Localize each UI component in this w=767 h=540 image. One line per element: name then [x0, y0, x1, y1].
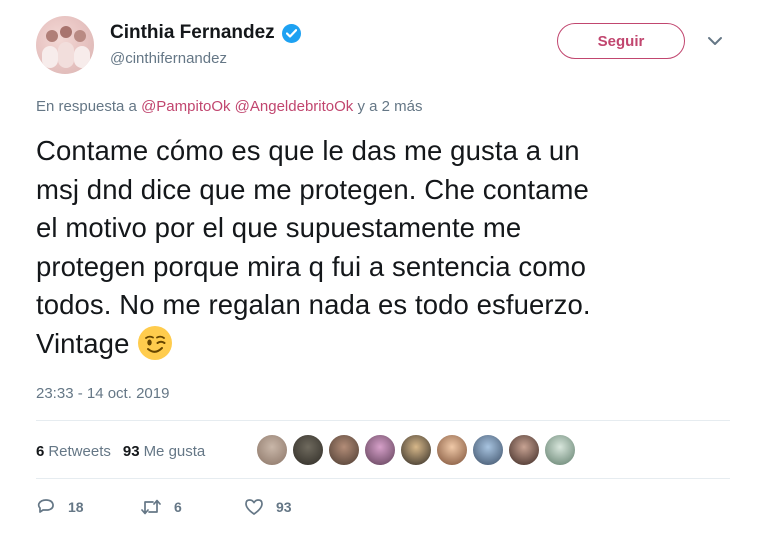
retweets-label[interactable]: Retweets — [48, 443, 111, 460]
tweet-text-line: el motivo por el que supuestamente me — [36, 212, 522, 243]
retweet-icon — [141, 499, 161, 515]
liker-avatar[interactable] — [400, 434, 432, 466]
tweet-timestamp[interactable]: 23:33 - 14 oct. 2019 — [36, 385, 169, 402]
reply-context: En respuesta a @PampitoOk @AngeldebritoO… — [36, 98, 423, 115]
divider — [36, 478, 730, 479]
reply-suffix[interactable]: y a 2 más — [357, 98, 422, 115]
tweet-text-line: protegen porque mira q fui a sentencia c… — [36, 250, 587, 282]
liker-avatar[interactable] — [328, 434, 360, 466]
liker-avatar[interactable] — [436, 434, 468, 466]
engagement-stats: 6 Retweets 93 Me gusta — [36, 437, 205, 465]
retweets-count[interactable]: 6 — [36, 443, 44, 460]
follow-button[interactable]: Seguir — [557, 23, 685, 59]
tweet-text-line: Vintage — [36, 327, 130, 359]
verified-badge-icon — [281, 23, 301, 43]
liker-avatar[interactable] — [472, 434, 504, 466]
divider — [36, 420, 730, 421]
heart-icon — [245, 499, 263, 515]
likes-count[interactable]: 93 — [123, 443, 140, 460]
mention-link-2[interactable]: @AngeldebritoOk — [235, 98, 354, 115]
liker-avatars — [256, 433, 580, 467]
tweet-text-line: Contame cómo es que le das me gusta a un — [36, 135, 580, 166]
like-count: 93 — [276, 499, 292, 515]
reply-prefix: En respuesta a — [36, 98, 137, 115]
mention-link-1[interactable]: @PampitoOk — [141, 98, 230, 115]
tweet-text-line: msj dnd dice que me protegen. Che contam… — [36, 173, 589, 205]
chevron-down-icon[interactable] — [706, 34, 724, 48]
like-action[interactable]: 93 — [244, 497, 348, 517]
liker-avatar[interactable] — [256, 434, 288, 466]
profile-avatar[interactable] — [36, 16, 94, 74]
liker-avatar[interactable] — [508, 434, 540, 466]
user-handle[interactable]: @cinthifernandez — [110, 50, 227, 67]
tweet-actions: 18 6 93 — [36, 494, 348, 520]
tweet-header: Cinthia Fernandez @cinthifernandez Segui… — [36, 16, 736, 76]
user-name-row: Cinthia Fernandez — [110, 22, 301, 44]
tweet-text: Contame cómo es que le das me gusta a un… — [36, 132, 736, 363]
retweet-action[interactable]: 6 — [140, 497, 244, 517]
liker-avatar[interactable] — [364, 434, 396, 466]
winking-face-icon — [138, 325, 173, 360]
reply-count: 18 — [68, 499, 84, 515]
tweet-text-line: todos. No me regalan nada es todo esfuer… — [36, 289, 591, 320]
liker-avatar[interactable] — [292, 434, 324, 466]
tweet-last-line: Vintage — [36, 325, 736, 364]
likes-label[interactable]: Me gusta — [144, 443, 206, 460]
user-name[interactable]: Cinthia Fernandez — [110, 22, 275, 44]
liker-avatar[interactable] — [544, 434, 576, 466]
reply-icon — [37, 499, 54, 513]
reply-action[interactable]: 18 — [36, 497, 140, 517]
retweet-count: 6 — [174, 499, 182, 515]
